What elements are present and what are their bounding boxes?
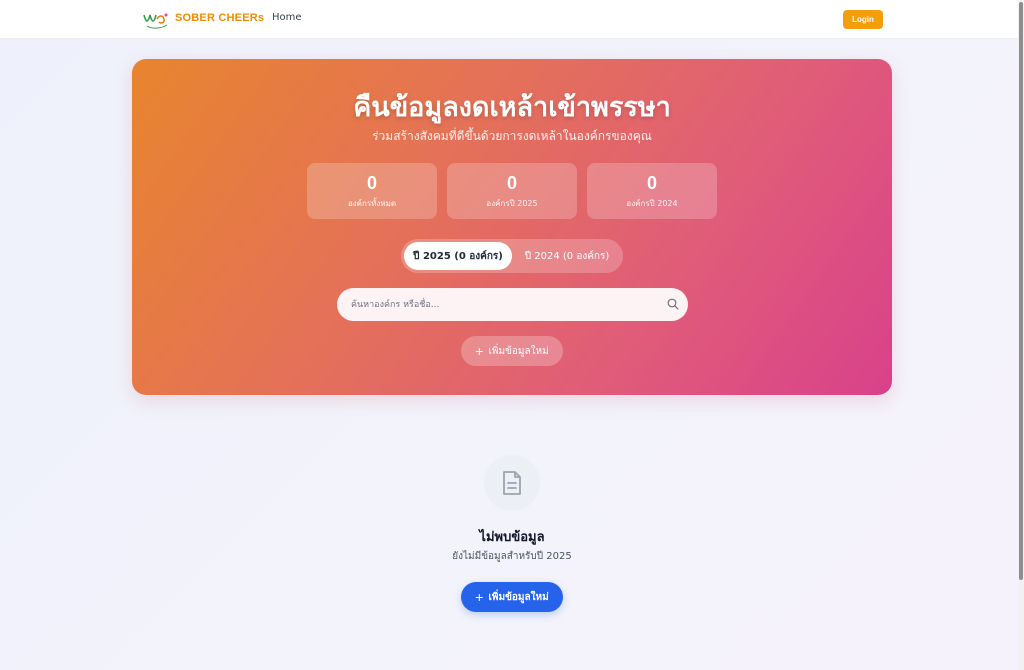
stat-value: 0 [366,173,377,193]
hero-add-label: เพิ่มข้อมูลใหม่ [488,345,549,357]
empty-state-title: ไม่พบข้อมูล [479,530,545,545]
stat-card-total: 0 องค์กรทั้งหมด [307,163,437,219]
stat-card-2025: 0 องค์กรปี 2025 [447,163,577,219]
stat-value: 0 [506,173,517,193]
stat-label: องค์กรปี 2025 [486,199,538,208]
tab-2024[interactable]: ปี 2024 (0 องค์กร) [514,242,620,270]
add-data-button[interactable]: + เพิ่มข้อมูลใหม่ [461,582,563,612]
stat-label: องค์กรปี 2024 [626,199,678,208]
scrollbar-track[interactable] [1018,0,1024,670]
empty-state-description: ยังไม่มีข้อมูลสำหรับปี 2025 [452,551,572,562]
document-icon [503,471,521,495]
page-subtitle: ร่วมสร้างสังคมที่ดีขึ้นด้วยการงดเหล้าในอ… [372,129,652,143]
tab-2025[interactable]: ปี 2025 (0 องค์กร) [404,242,512,270]
stat-label: องค์กรทั้งหมด [347,199,397,208]
stat-card-2024: 0 องค์กรปี 2024 [587,163,717,219]
search-icon[interactable] [667,298,679,310]
page-title: คืนข้อมูลงดเหล้าเข้าพรรษา [353,92,671,123]
plus-icon: + [475,343,484,359]
stat-value: 0 [646,173,657,193]
search-input[interactable] [351,288,651,321]
brand-name[interactable]: SOBER CHEERs [175,12,264,24]
scrollbar-thumb[interactable] [1019,2,1023,580]
nav-home-link[interactable]: Home [272,12,302,23]
hero-banner: คืนข้อมูลงดเหล้าเข้าพรรษา ร่วมสร้างสังคม… [132,59,892,395]
hero-add-button[interactable]: + เพิ่มข้อมูลใหม่ [461,336,563,366]
year-tabs: ปี 2025 (0 องค์กร) ปี 2024 (0 องค์กร) [401,239,623,273]
healthy-logo-icon[interactable] [142,9,170,31]
login-button[interactable]: Login [843,10,883,29]
navbar: SOBER CHEERs Home Login [0,0,1018,39]
search-box [337,288,688,321]
empty-state-icon-wrap [484,455,540,511]
plus-icon: + [475,589,484,605]
add-data-label: เพิ่มข้อมูลใหม่ [488,591,549,603]
